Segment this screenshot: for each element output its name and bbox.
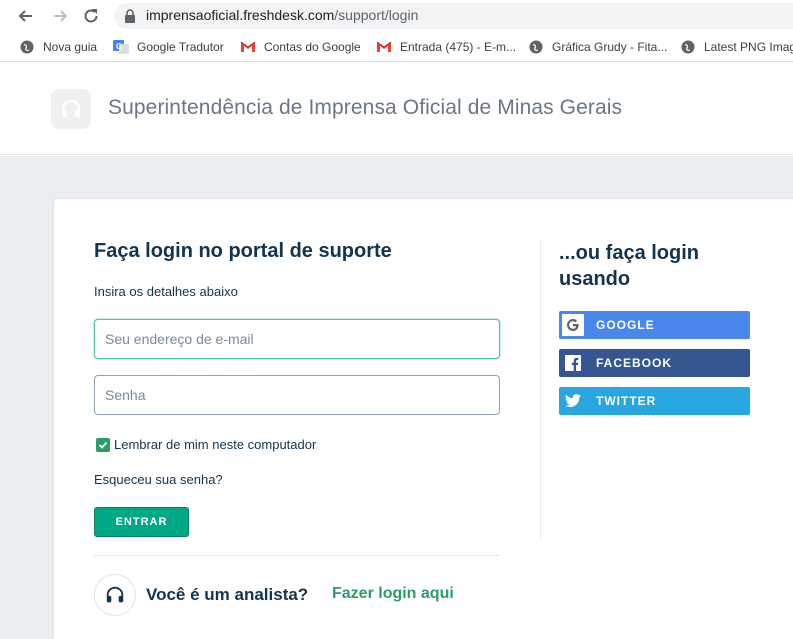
bookmark-item[interactable]: G Google Tradutor [113,39,224,55]
google-label: GOOGLE [596,318,655,332]
headset-icon [94,574,136,616]
google-icon [562,314,584,336]
google-login-button[interactable]: GOOGLE [559,311,750,339]
reload-button[interactable] [79,4,103,28]
svg-text:G: G [116,42,122,51]
back-button[interactable] [14,4,38,28]
bookmark-item[interactable]: Nova guia [19,39,97,55]
gmail-icon [240,39,256,55]
remember-checkbox[interactable] [96,437,110,452]
bookmark-label: Latest PNG Imag [704,40,793,54]
google-translate-icon: G [113,39,129,55]
submit-button[interactable]: ENTRAR [94,507,189,537]
facebook-icon [559,349,587,377]
site-header: Superintendência de Imprensa Oficial de … [0,63,793,155]
forgot-password-link[interactable]: Esqueceu sua senha? [94,472,223,487]
twitter-login-button[interactable]: TWITTER [559,387,750,415]
twitter-icon [559,387,587,415]
bookmark-item[interactable]: Entrada (475) - E-m... [376,39,516,55]
forward-button[interactable] [48,4,72,28]
twitter-label: TWITTER [596,394,657,408]
remember-me[interactable]: Lembrar de mim neste computador [96,437,316,452]
remember-label: Lembrar de mim neste computador [114,437,317,452]
lock-icon [125,9,135,23]
email-input[interactable] [94,319,500,359]
column-divider [540,240,541,540]
browser-toolbar: imprensaoficial.freshdesk.com/support/lo… [0,0,793,32]
password-input[interactable] [94,375,500,415]
reload-icon [84,9,98,23]
bookmark-label: Entrada (475) - E-m... [400,40,517,54]
facebook-label: FACEBOOK [596,356,673,370]
headset-logo-icon[interactable] [51,89,91,129]
globe-icon [528,39,544,55]
login-subtitle: Insira os detalhes abaixo [94,284,238,299]
checkmark-icon [98,441,108,449]
forward-arrow-icon [54,10,68,22]
facebook-login-button[interactable]: FACEBOOK [559,349,750,377]
bookmark-label: Gráfica Grudy - Fita... [552,40,668,54]
bookmark-label: Contas do Google [264,40,361,54]
bookmark-item[interactable]: Latest PNG Imag [680,39,793,55]
gmail-icon [376,39,392,55]
bookmarks-bar: Nova guia G Google Tradutor Contas do Go… [0,32,793,62]
login-title: Faça login no portal de suporte [94,240,392,262]
back-arrow-icon [18,10,32,22]
site-title[interactable]: Superintendência de Imprensa Oficial de … [108,96,622,120]
bookmark-item[interactable]: Contas do Google [240,39,361,55]
social-login-title: ...ou faça login usando [559,242,700,290]
divider [94,555,500,556]
bookmark-item[interactable]: Gráfica Grudy - Fita... [528,39,667,55]
agent-question: Você é um analista? [146,585,309,604]
bookmark-label: Nova guia [43,40,98,54]
url-path: /support/login [334,7,419,23]
globe-icon [19,39,35,55]
globe-icon [680,39,696,55]
url-text: imprensaoficial.freshdesk.com/support/lo… [146,7,418,23]
url-host: imprensaoficial.freshdesk.com [146,7,335,23]
agent-login-link[interactable]: Fazer login aqui [332,585,454,603]
bookmark-label: Google Tradutor [137,40,224,54]
